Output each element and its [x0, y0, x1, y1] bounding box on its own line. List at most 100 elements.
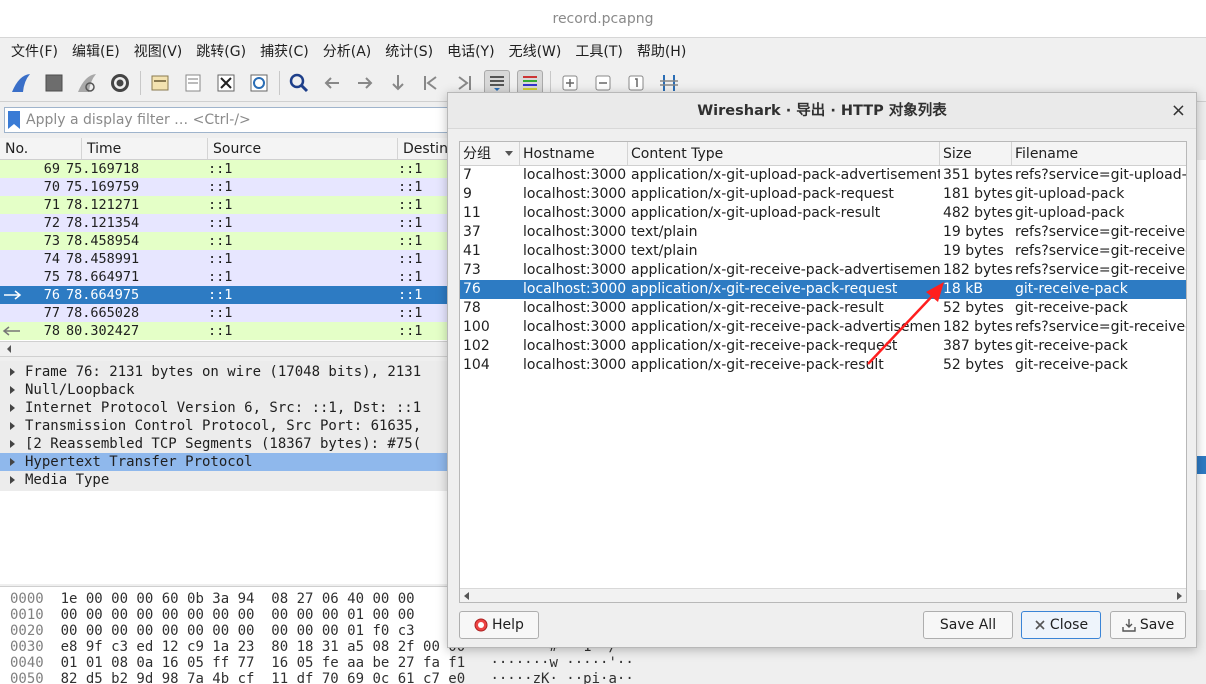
column-header-time[interactable]: Time [82, 138, 208, 159]
help-button[interactable]: Help [459, 611, 539, 639]
packet-destination: ::1 [398, 179, 423, 195]
restart-fin-icon[interactable] [74, 70, 100, 96]
object-content-type: application/x-git-receive-pack-request [631, 281, 898, 297]
object-content-type: application/x-git-upload-pack-advertisem… [631, 167, 940, 183]
column-header-size[interactable]: Size [940, 142, 1012, 165]
back-arrow-icon[interactable] [319, 70, 345, 96]
options-gear-icon[interactable] [107, 70, 133, 96]
http-object-row[interactable]: 11 localhost:3000 application/x-git-upload… [460, 204, 1186, 223]
expand-arrow-icon[interactable] [10, 386, 15, 394]
column-header-hostname[interactable]: Hostname [520, 142, 628, 165]
object-size: 181 bytes [943, 186, 1012, 202]
packet-row[interactable]: 77 78.665028::1::1 [0, 304, 450, 322]
packet-bytes-pane: 0000 1e 00 00 00 60 0b 3a 94 08 27 06 40… [0, 586, 634, 684]
save-button[interactable]: Save [1110, 611, 1186, 639]
packet-row[interactable]: 69 75.169718::1::1 [0, 160, 450, 178]
column-header-source[interactable]: Source [208, 138, 398, 159]
dialog-close-icon[interactable]: × [1171, 93, 1186, 129]
packet-destination: ::1 [398, 305, 423, 321]
open-folder-icon[interactable] [147, 70, 173, 96]
toolbar-separator [140, 70, 141, 95]
menu-item[interactable]: 跳转(G) [189, 41, 253, 61]
close-file-icon[interactable] [213, 70, 239, 96]
http-object-row[interactable]: 78 localhost:3000 application/x-git-receiv… [460, 299, 1186, 318]
column-header-destination[interactable]: Destina [398, 138, 457, 159]
shark-fin-start-icon[interactable] [8, 70, 34, 96]
http-object-row[interactable]: 102 localhost:3000 application/x-git-recei… [460, 337, 1186, 356]
expand-arrow-icon[interactable] [10, 368, 15, 376]
packet-time: 75.169759 [66, 179, 140, 195]
close-x-icon [1035, 620, 1045, 630]
close-button[interactable]: Close [1021, 611, 1101, 639]
detail-tree-label: Hypertext Transfer Protocol [25, 454, 253, 470]
detail-tree-item[interactable]: [2 Reassembled TCP Segments (18367 bytes… [0, 435, 450, 453]
packet-row[interactable]: 72 78.121354::1::1 [0, 214, 450, 232]
menu-item[interactable]: 捕获(C) [253, 41, 316, 61]
object-hostname: localhost:3000 [523, 205, 627, 221]
packet-list-hscrollbar[interactable] [0, 341, 450, 357]
http-object-row[interactable]: 76 localhost:3000 application/x-git-receiv… [460, 280, 1186, 299]
object-content-type: application/x-git-receive-pack-result [631, 357, 884, 373]
goto-packet-icon[interactable] [385, 70, 411, 96]
menu-item[interactable]: 统计(S) [378, 41, 440, 61]
packet-row[interactable]: 75 78.664971::1::1 [0, 268, 450, 286]
http-object-row[interactable]: 37 localhost:3000 text/plain 19 bytes refs?s… [460, 223, 1186, 242]
expand-arrow-icon[interactable] [10, 476, 15, 484]
menu-item[interactable]: 帮助(H) [630, 41, 693, 61]
expand-arrow-icon[interactable] [10, 458, 15, 466]
column-header-content-type[interactable]: Content Type [628, 142, 940, 165]
menu-item[interactable]: 无线(W) [502, 41, 569, 61]
bytes-row: 0000 1e 00 00 00 60 0b 3a 94 08 27 06 40… [0, 591, 450, 607]
detail-tree-item[interactable]: Media Type [0, 471, 450, 489]
detail-tree-item[interactable]: Null/Loopback [0, 381, 450, 399]
menu-item[interactable]: 工具(T) [568, 41, 629, 61]
packet-row[interactable]: 73 78.458954::1::1 [0, 232, 450, 250]
http-object-row[interactable]: 73 localhost:3000 application/x-git-receiv… [460, 261, 1186, 280]
menu-item[interactable]: 分析(A) [316, 41, 379, 61]
display-filter-input[interactable] [26, 112, 426, 128]
detail-tree-item[interactable]: Hypertext Transfer Protocol [0, 453, 450, 471]
forward-arrow-icon[interactable] [352, 70, 378, 96]
packet-row[interactable]: 74 78.458991::1::1 [0, 250, 450, 268]
object-size: 182 bytes [943, 262, 1012, 278]
expand-arrow-icon[interactable] [10, 404, 15, 412]
menu-item[interactable]: 文件(F) [4, 41, 65, 61]
detail-tree-item[interactable]: Frame 76: 2131 bytes on wire (17048 bits… [0, 363, 450, 381]
save-all-button[interactable]: Save All [923, 611, 1013, 639]
related-packet-gutter [0, 322, 22, 340]
sort-descending-icon [505, 151, 513, 156]
menu-item[interactable]: 编辑(E) [65, 41, 127, 61]
packet-row[interactable]: 78 80.302427::1::1 [0, 322, 450, 340]
detail-tree-item[interactable]: Transmission Control Protocol, Src Port:… [0, 417, 450, 435]
object-size: 19 bytes [943, 224, 1004, 240]
object-content-type: text/plain [631, 243, 698, 259]
related-packet-gutter [0, 268, 22, 286]
http-object-row[interactable]: 41 localhost:3000 text/plain 19 bytes refs?s… [460, 242, 1186, 261]
detail-tree-item[interactable]: Internet Protocol Version 6, Src: ::1, D… [0, 399, 450, 417]
first-packet-icon[interactable] [418, 70, 444, 96]
http-object-row[interactable]: 104 localhost:3000 application/x-git-recei… [460, 356, 1186, 375]
expand-arrow-icon[interactable] [10, 422, 15, 430]
expand-arrow-icon[interactable] [10, 440, 15, 448]
column-header-no[interactable]: No. [0, 138, 82, 159]
save-file-icon[interactable] [180, 70, 206, 96]
menu-item[interactable]: 视图(V) [127, 41, 190, 61]
column-header-filename[interactable]: Filename [1012, 142, 1186, 165]
http-object-row[interactable]: 7 localhost:3000 application/x-git-upload-… [460, 166, 1186, 185]
packet-source: ::1 [208, 197, 233, 213]
related-packet-gutter [0, 214, 22, 232]
packet-row[interactable]: 71 78.121271::1::1 [0, 196, 450, 214]
bookmark-icon[interactable] [8, 111, 20, 129]
http-object-row[interactable]: 9 localhost:3000 application/x-git-upload-… [460, 185, 1186, 204]
http-object-row[interactable]: 100 localhost:3000 application/x-git-recei… [460, 318, 1186, 337]
packet-row[interactable]: 76 78.664975::1::1 [0, 286, 450, 304]
packet-source: ::1 [208, 251, 233, 267]
reload-icon[interactable] [246, 70, 272, 96]
table-hscrollbar[interactable] [460, 588, 1186, 602]
menu-item[interactable]: 电话(Y) [440, 41, 501, 61]
find-magnifier-icon[interactable] [286, 70, 312, 96]
packet-row[interactable]: 70 75.169759::1::1 [0, 178, 450, 196]
column-header-packet[interactable]: 分组 [460, 142, 520, 165]
stop-square-icon[interactable] [41, 70, 67, 96]
packet-source: ::1 [208, 233, 233, 249]
